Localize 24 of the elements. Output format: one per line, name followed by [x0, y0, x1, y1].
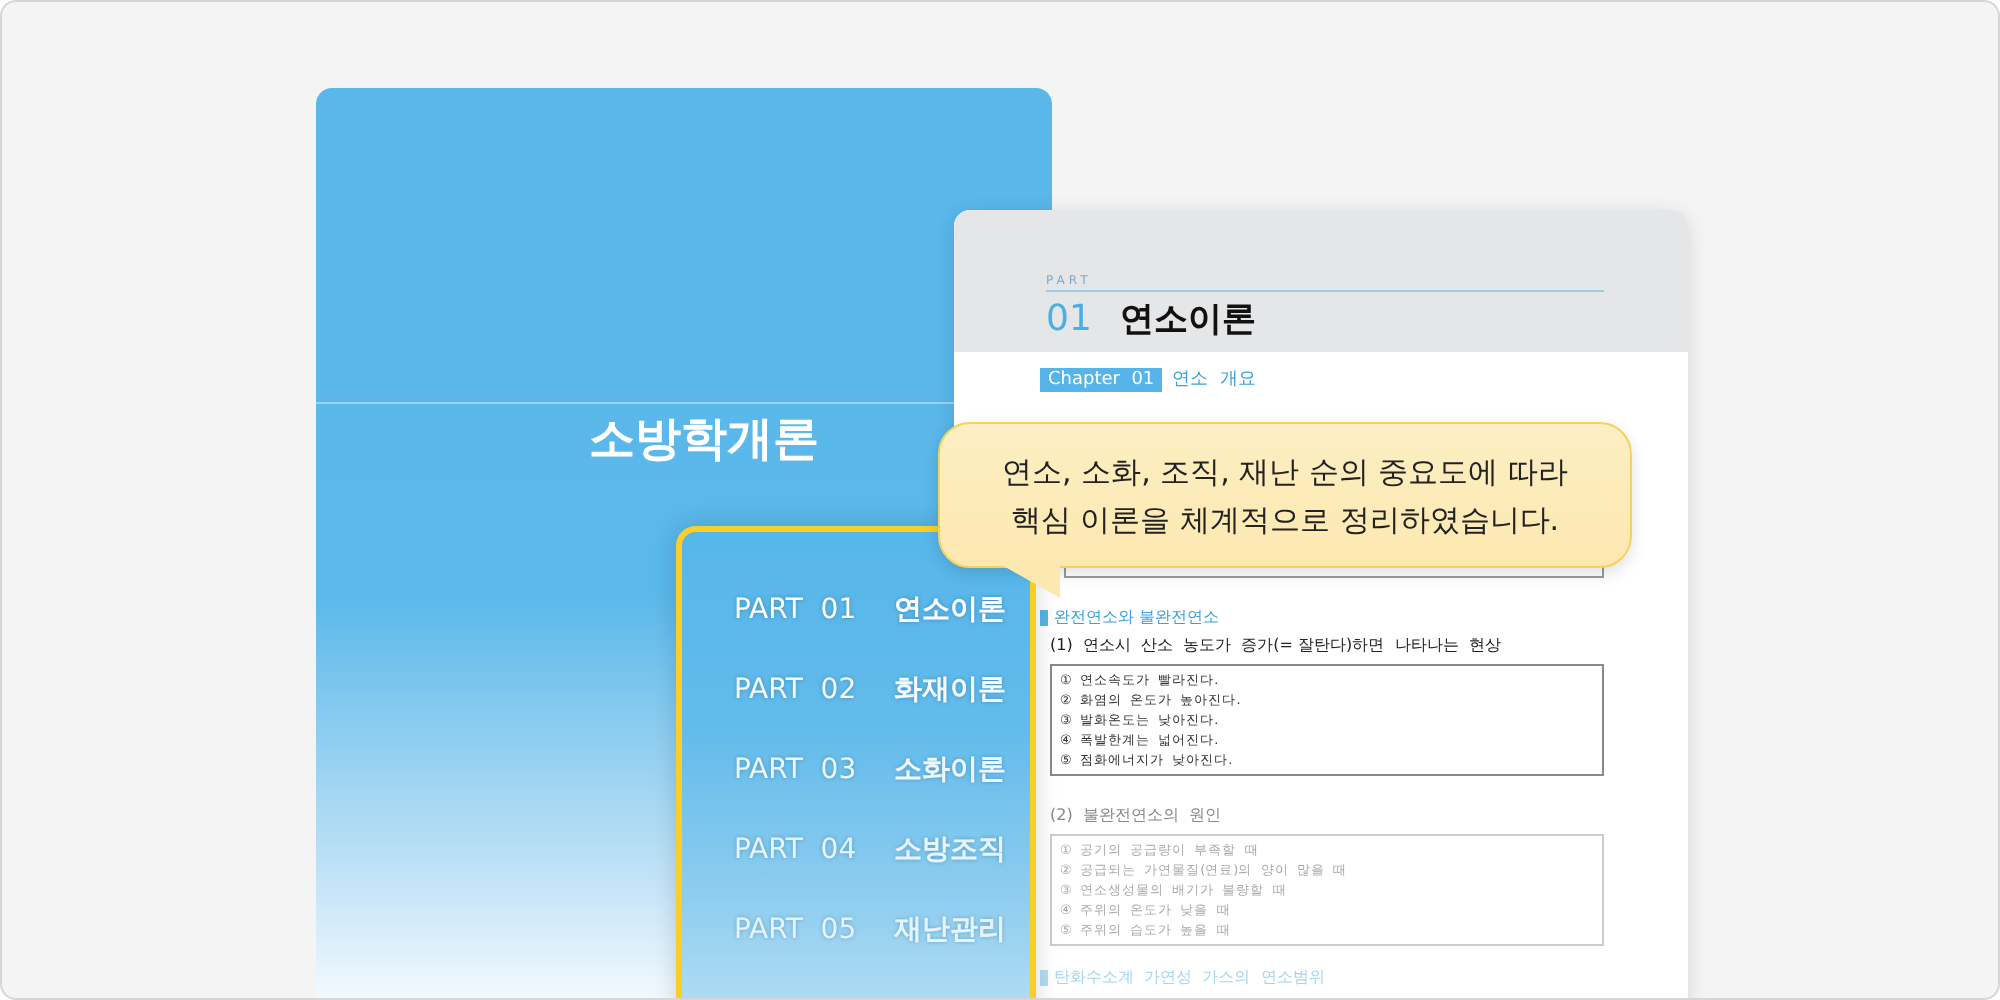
part-label: PART 03 [734, 752, 859, 790]
section-heading: 탄화수소계 가연성 가스의 연소범위 [1054, 966, 1325, 988]
part-label: PART 04 [734, 832, 859, 870]
callout-text: 연소, 소화, 조직, 재난 순의 중요도에 따라 [1002, 451, 1568, 493]
chapter-title: 연소 개요 [1172, 368, 1256, 392]
book-title: 소방학개론 [589, 412, 819, 470]
chapter-badge: Chapter 01 [1040, 367, 1163, 391]
part-label: PART 01 [734, 592, 859, 630]
part-label: PART 02 [734, 672, 859, 710]
block-title: (1) 연소시 산소 농도가 증가(= 잘탄다)하면 나타나는 현상 [1050, 634, 1503, 656]
part-label: PART 05 [734, 912, 859, 950]
block-title: (2) 불완전연소의 원인 [1050, 804, 1224, 826]
part-title: 연소이론 [1119, 298, 1256, 342]
callout-text: 핵심 이론을 체계적으로 정리하였습니다. [1010, 499, 1560, 541]
section-marker [1040, 969, 1048, 985]
section-heading: 완전연소와 불완전연소 [1054, 606, 1220, 628]
bubble-tail [1000, 564, 1060, 598]
part-name: 재난관리 [894, 912, 1006, 950]
section-marker [1040, 609, 1048, 625]
part-name: 연소이론 [894, 592, 1006, 630]
part-name: 화재이론 [894, 672, 1006, 710]
part-name: 소화이론 [894, 752, 1006, 790]
part-name: 소방조직 [894, 832, 1006, 870]
part-number: 01 [1046, 298, 1092, 340]
